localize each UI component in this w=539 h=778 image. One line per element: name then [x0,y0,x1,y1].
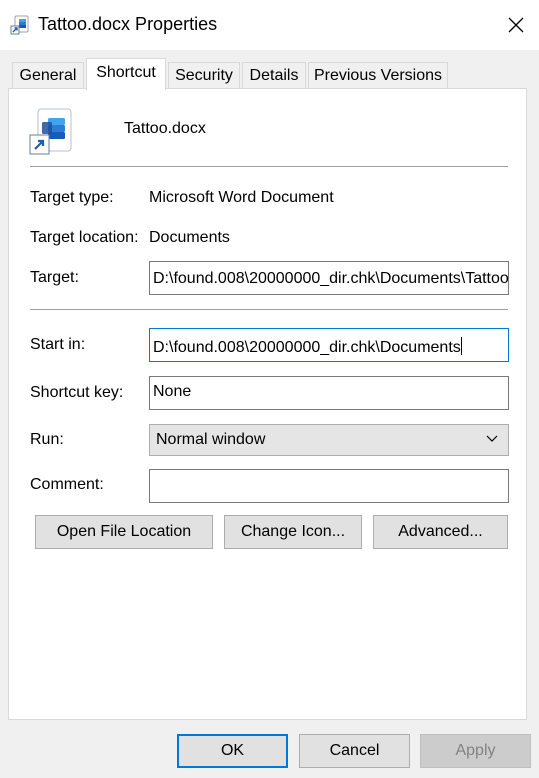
start-in-label: Start in: [30,336,86,353]
target-type-label: Target type: [30,189,114,206]
change-icon-button[interactable]: Change Icon... [224,515,362,549]
cancel-button[interactable]: Cancel [299,734,410,768]
target-type-value: Microsoft Word Document [149,189,334,206]
close-icon [508,17,524,33]
start-in-field[interactable]: D:\found.008\20000000_dir.chk\Documents [149,328,509,362]
target-label: Target: [30,269,79,286]
chevron-down-icon [486,435,498,442]
shortcut-key-field[interactable]: None [149,376,509,410]
comment-field[interactable] [149,469,509,503]
tab-security[interactable]: Security [168,62,240,88]
shortcut-document-icon [10,15,30,35]
tab-previous-versions[interactable]: Previous Versions [308,62,448,88]
close-button[interactable] [493,0,539,50]
run-select[interactable]: Normal window [149,424,509,456]
start-in-field-value: D:\found.008\20000000_dir.chk\Documents [153,339,461,356]
open-file-location-button[interactable]: Open File Location [35,515,213,549]
advanced-button[interactable]: Advanced... [373,515,508,549]
comment-label: Comment: [30,476,104,493]
run-select-value: Normal window [156,431,266,448]
target-field[interactable]: D:\found.008\20000000_dir.chk\Documents\… [149,261,509,295]
run-label: Run: [30,431,64,448]
word-document-shortcut-icon [28,108,74,156]
target-location-value: Documents [149,229,230,246]
tab-shortcut[interactable]: Shortcut [86,58,166,90]
title-bar[interactable]: Tattoo.docx Properties [0,0,539,50]
ok-button[interactable]: OK [177,734,288,768]
separator-top [30,166,508,167]
window-title: Tattoo.docx Properties [38,14,218,34]
tab-general[interactable]: General [12,62,84,88]
file-name: Tattoo.docx [124,120,206,137]
separator-middle [30,309,508,310]
tab-details[interactable]: Details [242,62,306,88]
text-caret [460,337,462,355]
target-location-label: Target location: [30,229,139,246]
apply-button[interactable]: Apply [420,734,531,768]
shortcut-key-field-value: None [153,383,192,400]
shortcut-key-label: Shortcut key: [30,384,124,401]
target-field-value: D:\found.008\20000000_dir.chk\Documents\… [153,270,509,287]
